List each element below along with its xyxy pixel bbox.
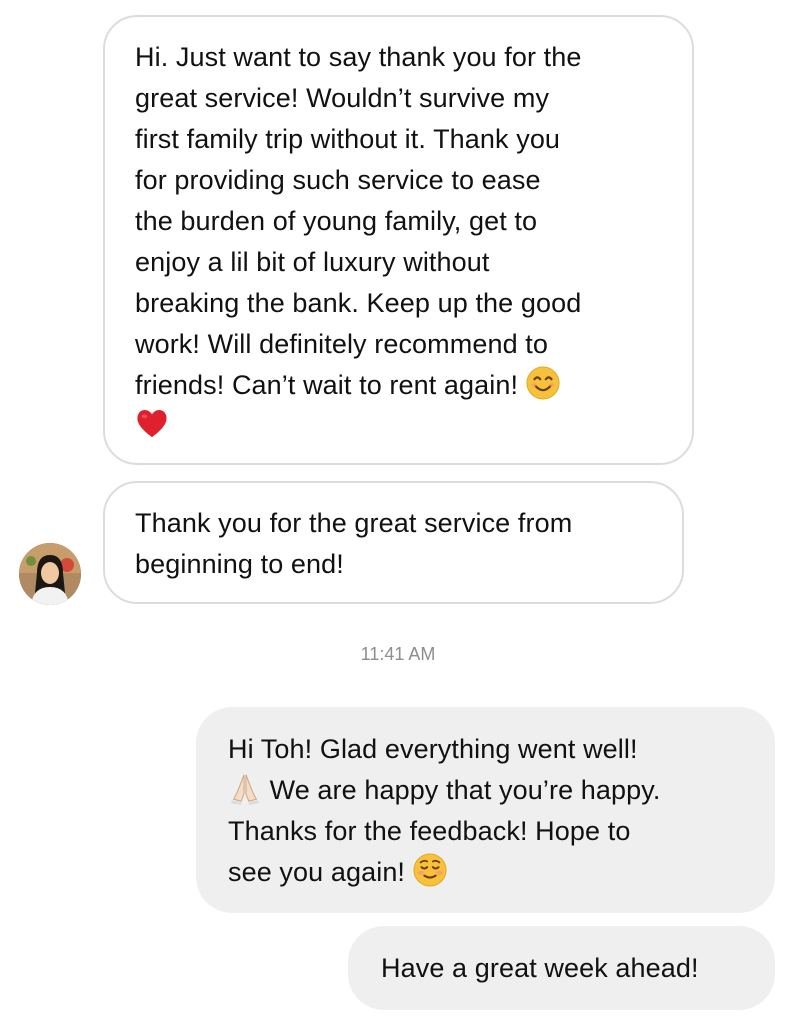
outgoing-message-bubble[interactable]: Have a great week ahead! (348, 926, 775, 1010)
incoming-message-bubble[interactable]: Thank you for the great service from beg… (103, 481, 684, 604)
avatar-photo-icon (19, 543, 81, 605)
folded-hands-emoji (230, 774, 260, 805)
message-text: Hi. Just want to say thank you for the g… (135, 42, 582, 400)
smiling-face-emoji (526, 366, 560, 400)
message-timestamp: 11:41 AM (360, 644, 436, 664)
outgoing-message-bubble[interactable]: Hi Toh! Glad everything went well! We ar… (196, 707, 775, 913)
incoming-message-bubble[interactable]: Hi. Just want to say thank you for the g… (103, 15, 694, 465)
smiling-face-blush-emoji (413, 853, 447, 887)
message-text: Hi Toh! Glad everything went well! (228, 734, 638, 764)
contact-avatar[interactable] (19, 543, 81, 605)
red-heart-emoji (137, 409, 167, 438)
